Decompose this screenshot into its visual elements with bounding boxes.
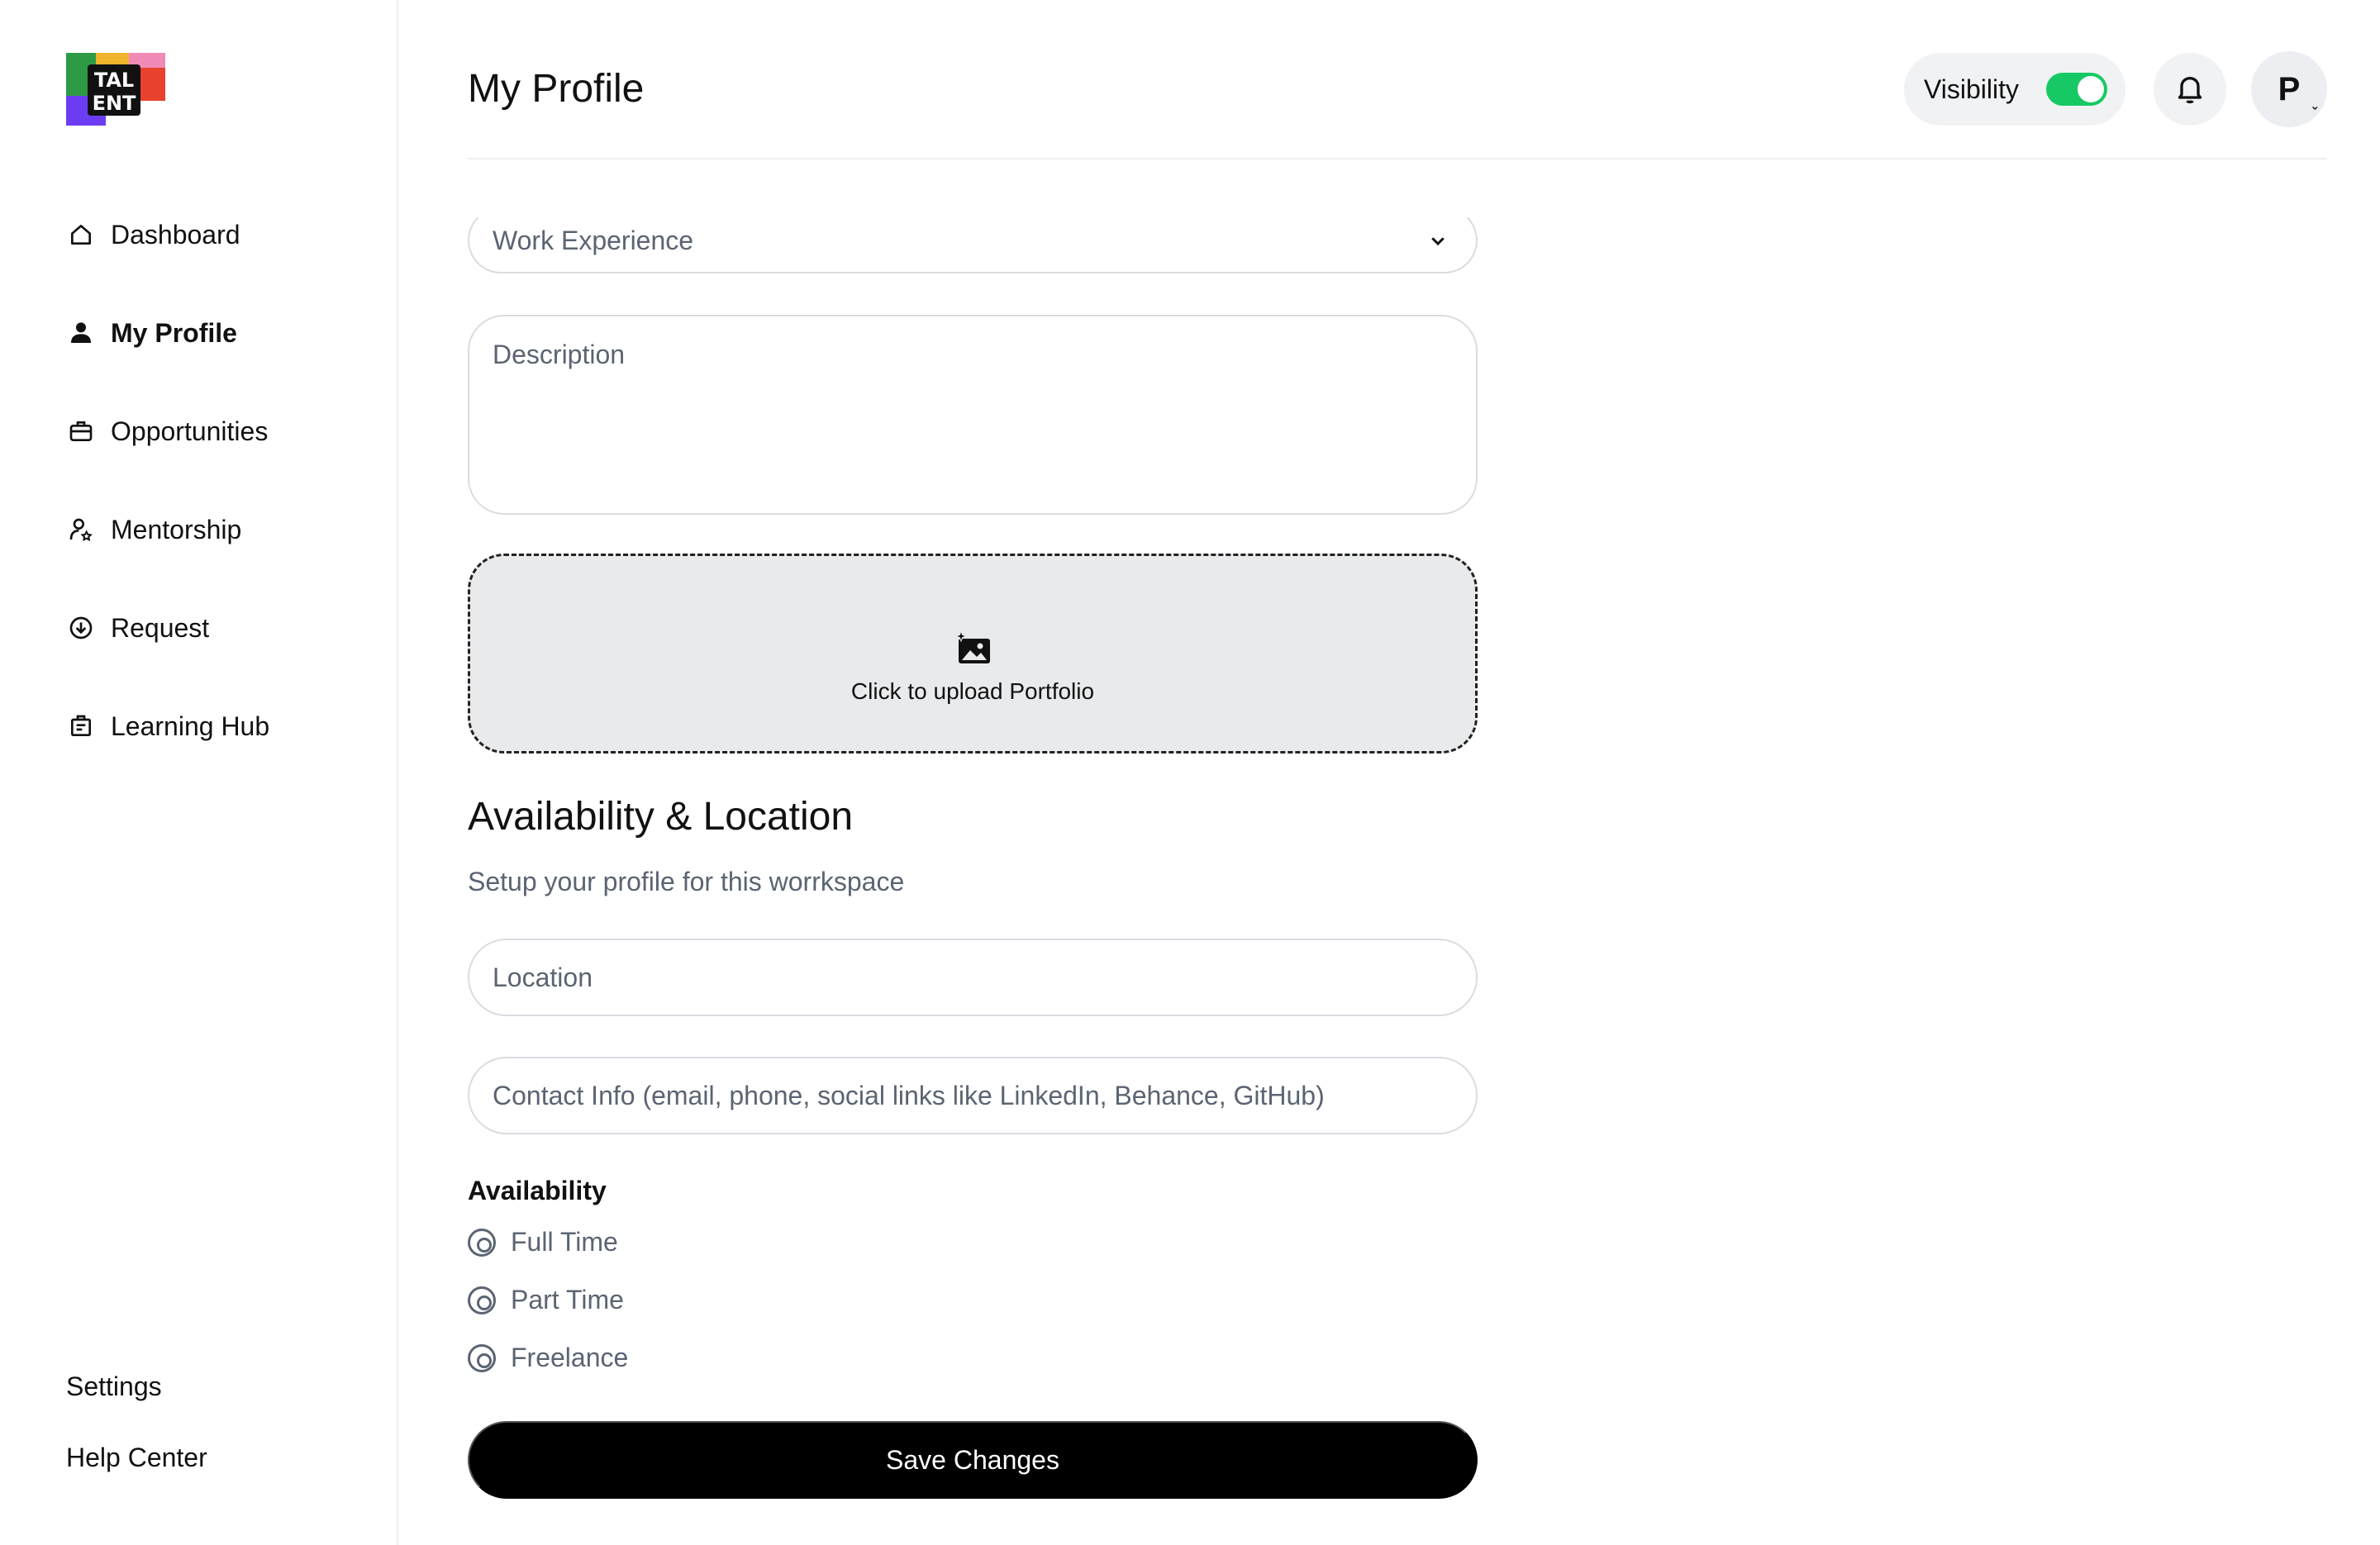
sidebar-bottom-links: Settings Help Center bbox=[66, 1371, 207, 1514]
section-title: Availability & Location bbox=[468, 795, 854, 839]
bell-icon bbox=[2178, 77, 2202, 104]
contact-info-placeholder: Contact Info (email, phone, social links… bbox=[493, 1080, 1325, 1110]
availability-option-freelance[interactable]: Freelance bbox=[468, 1343, 628, 1373]
chevron-down-icon: ˇ bbox=[2312, 105, 2317, 121]
page-title: My Profile bbox=[468, 67, 645, 111]
visibility-control: Visibility bbox=[1904, 53, 2125, 126]
radio-label: Freelance bbox=[511, 1343, 629, 1372]
notifications-button[interactable] bbox=[2154, 53, 2226, 126]
toggle-knob bbox=[2078, 76, 2104, 102]
sidebar-item-label: My Profile bbox=[111, 317, 237, 348]
sidebar-item-my-profile[interactable]: My Profile bbox=[66, 308, 269, 358]
sidebar-nav: Dashboard My Profile Opportunities Mento… bbox=[66, 210, 269, 800]
app-logo[interactable]: TAL ENT bbox=[66, 53, 165, 127]
availability-label: Availability bbox=[468, 1176, 607, 1205]
svg-text:ENT: ENT bbox=[93, 92, 136, 115]
visibility-label: Visibility bbox=[1924, 74, 2019, 104]
location-input[interactable]: Location bbox=[468, 939, 1478, 1016]
section-subtitle: Setup your profile for this worrkspace bbox=[468, 867, 905, 896]
learning-icon bbox=[66, 711, 96, 741]
contact-info-input[interactable]: Contact Info (email, phone, social links… bbox=[468, 1057, 1478, 1134]
briefcase-icon bbox=[66, 416, 96, 446]
user-icon bbox=[66, 318, 96, 348]
help-center-link[interactable]: Help Center bbox=[66, 1443, 207, 1479]
work-experience-placeholder: Work Experience bbox=[493, 225, 694, 255]
sidebar-item-label: Mentorship bbox=[111, 514, 242, 544]
radio-icon bbox=[468, 1228, 496, 1257]
sidebar-item-label: Learning Hub bbox=[111, 711, 270, 741]
logo-wordmark-icon: TAL ENT bbox=[93, 69, 136, 115]
mentor-icon bbox=[66, 515, 96, 544]
visibility-toggle[interactable] bbox=[2046, 73, 2107, 106]
sidebar-item-label: Opportunities bbox=[111, 416, 269, 446]
availability-option-part-time[interactable]: Part Time bbox=[468, 1285, 624, 1315]
chevron-down-icon bbox=[1431, 237, 1445, 246]
sidebar-item-label: Dashboard bbox=[111, 219, 240, 250]
sidebar: TAL ENT Dashboard My Profile Opportuniti… bbox=[0, 0, 398, 1545]
description-textarea[interactable]: Description bbox=[468, 315, 1478, 515]
avatar-menu[interactable]: P ˇ bbox=[2251, 51, 2327, 127]
description-placeholder: Description bbox=[493, 340, 626, 369]
upload-text: Click to upload Portfolio bbox=[850, 678, 1095, 704]
availability-option-full-time[interactable]: Full Time bbox=[468, 1227, 618, 1257]
sidebar-item-learning-hub[interactable]: Learning Hub bbox=[66, 701, 269, 751]
app-root: TAL ENT Dashboard My Profile Opportuniti… bbox=[0, 0, 2380, 1545]
sidebar-item-label: Request bbox=[111, 612, 210, 643]
radio-label: Full Time bbox=[511, 1227, 618, 1257]
radio-icon bbox=[468, 1343, 496, 1372]
sidebar-item-request[interactable]: Request bbox=[66, 603, 269, 653]
image-upload-icon bbox=[954, 630, 990, 663]
sidebar-item-opportunities[interactable]: Opportunities bbox=[66, 406, 269, 456]
work-experience-select[interactable]: Work Experience bbox=[468, 207, 1478, 273]
sidebar-item-dashboard[interactable]: Dashboard bbox=[66, 210, 269, 259]
location-placeholder: Location bbox=[493, 962, 593, 992]
portfolio-upload-dropzone[interactable]: Click to upload Portfolio bbox=[468, 554, 1478, 753]
arrow-down-circle-icon bbox=[66, 613, 96, 643]
avatar-initial: P bbox=[2278, 70, 2301, 107]
radio-label: Part Time bbox=[511, 1285, 624, 1314]
home-icon bbox=[66, 220, 96, 250]
svg-text:TAL: TAL bbox=[94, 69, 134, 92]
radio-icon bbox=[468, 1286, 496, 1314]
save-changes-button[interactable]: Save Changes bbox=[468, 1421, 1478, 1499]
sidebar-item-mentorship[interactable]: Mentorship bbox=[66, 505, 269, 554]
page-header: My Profile Visibility P ˇ bbox=[468, 0, 2327, 159]
settings-link[interactable]: Settings bbox=[66, 1371, 207, 1408]
